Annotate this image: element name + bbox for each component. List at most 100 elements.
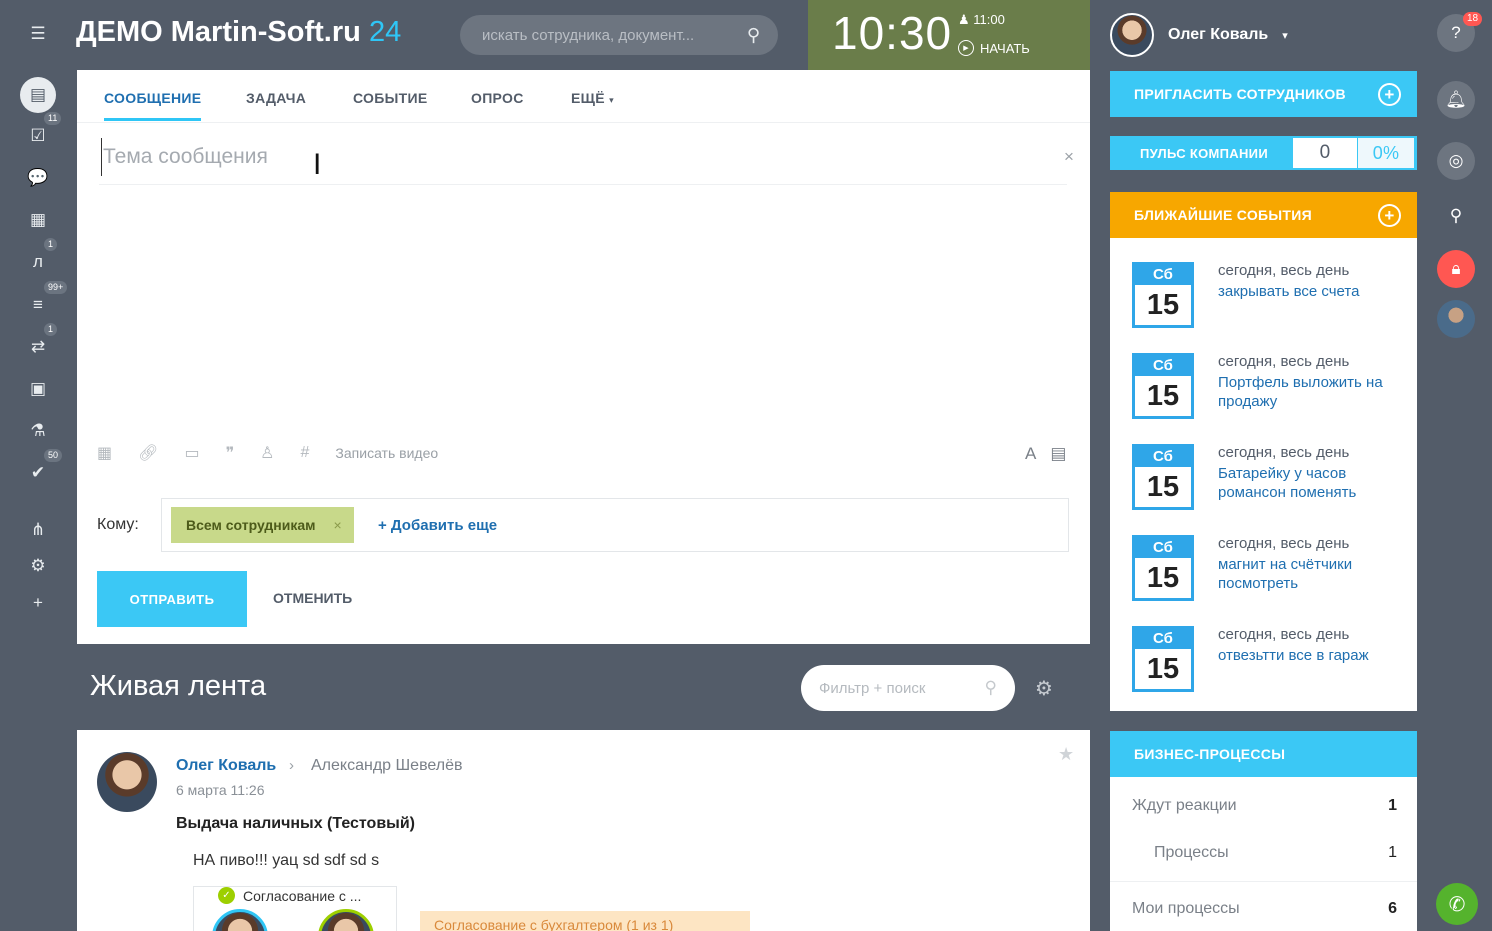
search-input[interactable] [482, 26, 747, 44]
event-item: Сб 15 сегодня, весь день Батарейку у часо… [1132, 444, 1402, 524]
link-icon[interactable]: 🔗︎ [138, 443, 158, 463]
post-date[interactable]: 6 марта 11:26 [176, 782, 265, 798]
nav-sync-icon[interactable]: ⇄ 1 [18, 323, 58, 363]
bp-count: 1 [1388, 844, 1397, 861]
bell-icon: 🔔︎ [1445, 90, 1467, 109]
video-icon[interactable]: ▭ [184, 443, 199, 463]
logo[interactable]: ДЕМО Martin-Soft.ru 24 [76, 16, 401, 49]
tab-message[interactable]: СООБЩЕНИЕ [104, 90, 202, 121]
send-button[interactable]: ОТПРАВИТЬ [97, 571, 247, 627]
tab-event[interactable]: СОБЫТИЕ [353, 90, 427, 106]
bp-row[interactable]: Процессы 1 [1110, 824, 1417, 882]
post-author[interactable]: Олег Коваль [176, 757, 276, 775]
event-link[interactable]: Портфель выложить на продажу [1218, 373, 1408, 411]
nav-filter-icon[interactable]: ≡ 99+ [18, 281, 68, 321]
event-day: 15 [1146, 562, 1180, 594]
sidebar-search-button[interactable]: ⚲ [1437, 197, 1475, 235]
add-event-icon[interactable]: + [1378, 204, 1401, 227]
tab-task[interactable]: ЗАДАЧА [246, 90, 306, 106]
tab-more[interactable]: ЕЩЁ ▾ [571, 90, 614, 106]
nav-l-icon[interactable]: л1 [18, 238, 58, 278]
bp-count: 6 [1388, 900, 1397, 917]
recipients-field[interactable]: Всем сотрудникам × + Добавить еще [161, 498, 1069, 552]
start-label: НАЧАТЬ [980, 40, 1030, 56]
text-format-icon[interactable]: A [1025, 444, 1036, 464]
invite-employees-button[interactable]: ПРИГЛАСИТЬ СОТРУДНИКОВ + [1110, 71, 1417, 117]
search-icon[interactable]: ⚲ [747, 25, 760, 46]
nav-settings-icon[interactable]: ⚙ [18, 550, 58, 582]
event-link[interactable]: Батарейку у часов романсон поменять [1218, 464, 1408, 502]
panel-toggle-icon[interactable]: ▤ [1050, 444, 1066, 464]
nav-structure-icon[interactable]: ⋔ [18, 514, 58, 546]
business-processes-header: БИЗНЕС-ПРОЦЕССЫ [1110, 731, 1417, 777]
event-weekday: Сб [1135, 447, 1191, 467]
mention-icon[interactable]: ♙ [260, 443, 274, 463]
search-icon[interactable]: ⚲ [985, 678, 997, 698]
left-navigation: ☰ ▤ ☑ 11 💬 ▦ л1 ≡ 99+ ⇄ 1 ▣ ⚗ ✔ 50 ⋔ ⚙ + [0, 0, 76, 931]
invite-label: ПРИГЛАСИТЬ СОТРУДНИКОВ [1134, 86, 1346, 102]
approver-avatar[interactable] [318, 909, 374, 931]
star-icon[interactable]: ★ [1058, 744, 1074, 765]
feed-title: Живая лента [90, 670, 267, 702]
recipient-tag[interactable]: Всем сотрудникам × [171, 507, 354, 543]
nav-feed-icon[interactable]: ▤ [20, 77, 56, 113]
clock: 10:30 [832, 7, 953, 59]
post-recipient[interactable]: Александр Шевелёв [311, 757, 462, 775]
editor-toolbar: ▦ 🔗︎ ▭ ❞ ♙ # Записать видео [97, 438, 1077, 468]
search-icon: ⚲ [1449, 206, 1463, 225]
calendar-icon: Сб 15 [1132, 444, 1194, 510]
lock-button[interactable]: 🔒︎ [1437, 250, 1475, 288]
gear-icon[interactable]: ⚙ [1035, 676, 1053, 701]
help-button[interactable]: ? 18 [1437, 12, 1483, 52]
user-name: Олег Коваль [1168, 26, 1269, 43]
subject-input[interactable] [101, 138, 1041, 176]
company-pulse[interactable]: ПУЛЬС КОМПАНИИ 0 0% [1110, 136, 1417, 170]
author-avatar[interactable] [97, 752, 157, 812]
close-icon[interactable]: × [1064, 147, 1074, 167]
nav-add-icon[interactable]: + [18, 587, 58, 619]
messenger-button[interactable]: ◎ [1437, 142, 1475, 180]
file-icon[interactable]: ▦ [97, 443, 112, 463]
bp-row[interactable]: Мои процессы 6 [1110, 880, 1417, 920]
group-avatar[interactable] [1437, 300, 1475, 338]
hashtag-icon[interactable]: # [301, 444, 310, 462]
tab-poll[interactable]: ОПРОС [471, 90, 524, 106]
l-badge: 1 [44, 238, 58, 251]
lock-icon: 🔒︎ [1451, 259, 1461, 278]
help-badge: 18 [1463, 12, 1483, 26]
check-badge: 50 [44, 449, 63, 462]
quote-icon[interactable]: ❞ [226, 443, 235, 463]
event-link[interactable]: закрывать все счета [1218, 282, 1408, 301]
nav-flask-icon[interactable]: ⚗ [18, 415, 58, 447]
notifications-button[interactable]: 🔔︎ [1437, 81, 1475, 119]
recipient-tag-label: Всем сотрудникам [186, 517, 316, 533]
question-icon: ? [1451, 23, 1461, 42]
event-link[interactable]: отвезьтти все в гараж [1218, 646, 1408, 665]
add-recipient-link[interactable]: + Добавить еще [378, 517, 497, 534]
chevron-down-icon: ▾ [609, 95, 614, 105]
event-item: Сб 15 сегодня, весь день магнит на счётчи… [1132, 535, 1402, 615]
user-menu[interactable]: Олег Коваль ▾ [1110, 10, 1288, 60]
check-icon: ✓ [218, 887, 235, 904]
menu-icon[interactable]: ☰ [18, 18, 58, 50]
nav-chat-icon[interactable]: 💬 [18, 162, 58, 194]
nav-contacts-icon[interactable]: ▣ [18, 373, 58, 405]
phone-icon[interactable]: ✆ [1436, 883, 1478, 925]
filter-badge: 99+ [44, 281, 68, 294]
remove-recipient-icon[interactable]: × [334, 517, 342, 533]
event-item: Сб 15 сегодня, весь день закрывать все сч… [1132, 262, 1402, 342]
alarm: ♟ 11:00 [958, 12, 1005, 28]
cancel-button[interactable]: ОТМЕНИТЬ [273, 590, 352, 606]
bp-row[interactable]: Ждут реакции 1 [1110, 777, 1417, 817]
nav-tasks-icon[interactable]: ☑ 11 [18, 112, 62, 152]
nav-calendar-icon[interactable]: ▦ [18, 204, 58, 236]
chevron-down-icon: ▾ [1282, 29, 1288, 42]
filter-input[interactable] [819, 679, 985, 697]
play-icon: ▶ [958, 40, 974, 56]
event-link[interactable]: магнит на счётчики посмотреть [1218, 555, 1408, 593]
nav-check-icon[interactable]: ✔ 50 [18, 449, 63, 489]
record-video-button[interactable]: Записать видео [335, 445, 438, 461]
start-workday-button[interactable]: ▶ НАЧАТЬ [958, 40, 1030, 56]
approver-avatar[interactable] [212, 909, 268, 931]
logo-text: ДЕМО Martin-Soft.ru [76, 16, 361, 48]
